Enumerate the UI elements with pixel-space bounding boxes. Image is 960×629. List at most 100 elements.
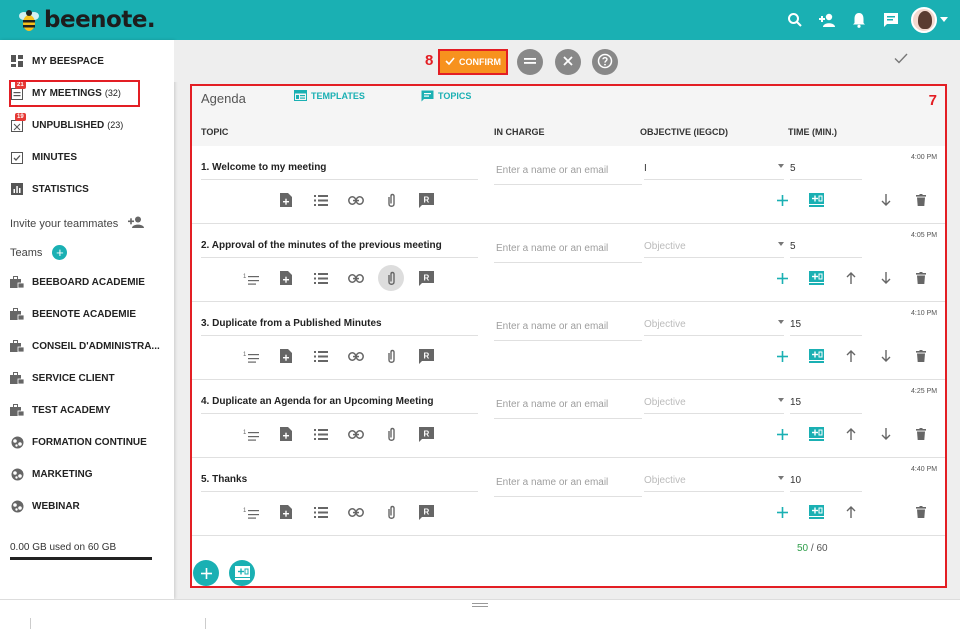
subtopic-indent-icon[interactable]: 1 [241, 502, 261, 522]
move-down-icon[interactable] [876, 268, 896, 288]
subtopic-indent-icon[interactable]: 1 [241, 268, 261, 288]
topic-input[interactable]: 2. Approval of the minutes of the previo… [201, 240, 478, 258]
topic-input[interactable]: 5. Thanks [201, 474, 478, 492]
add-document-icon[interactable] [276, 346, 296, 366]
link-icon[interactable] [346, 190, 366, 210]
in-charge-input[interactable]: Enter a name or an email [494, 156, 642, 185]
attachment-icon[interactable] [381, 190, 401, 210]
help-button[interactable] [592, 49, 618, 75]
add-break-icon[interactable] [806, 190, 826, 210]
resize-handle-icon[interactable] [472, 603, 488, 607]
list-icon[interactable] [311, 424, 331, 444]
in-charge-input[interactable]: Enter a name or an email [494, 234, 642, 263]
time-input[interactable]: 5 [790, 238, 862, 258]
bell-icon[interactable] [843, 5, 875, 35]
topic-input[interactable]: 1. Welcome to my meeting [201, 162, 478, 180]
topic-input[interactable]: 3. Duplicate from a Published Minutes [201, 318, 478, 336]
link-icon[interactable] [346, 424, 366, 444]
trash-icon[interactable] [911, 346, 931, 366]
sidebar-item-my-beespace[interactable]: MY BEESPACE [10, 50, 104, 72]
link-icon[interactable] [346, 502, 366, 522]
add-document-icon[interactable] [276, 502, 296, 522]
topic-input[interactable]: 4. Duplicate an Agenda for an Upcoming M… [201, 396, 478, 414]
list-icon[interactable] [311, 346, 331, 366]
attachment-icon[interactable] [378, 265, 404, 291]
sidebar-team-item[interactable]: BEEBOARD ACADEMIE [10, 271, 145, 293]
objective-select[interactable]: Objective [644, 316, 784, 336]
add-subtopic-icon[interactable] [772, 502, 792, 522]
attachment-icon[interactable] [381, 424, 401, 444]
cancel-button[interactable] [555, 49, 581, 75]
in-charge-input[interactable]: Enter a name or an email [494, 312, 642, 341]
sidebar-team-item[interactable]: BEENOTE ACADEMIE [10, 303, 136, 325]
tab-templates[interactable]: TEMPLATES [294, 90, 365, 101]
add-break-icon[interactable] [806, 268, 826, 288]
sidebar-team-item[interactable]: WEBINAR [10, 495, 80, 517]
objective-select[interactable]: I [644, 160, 784, 180]
tab-topics[interactable]: TOPICS [421, 90, 471, 102]
resolution-icon[interactable]: R [416, 190, 436, 210]
add-team-button[interactable]: + [52, 245, 68, 260]
sidebar-team-item[interactable]: TEST ACADEMY [10, 399, 111, 421]
add-user-icon[interactable] [128, 216, 145, 231]
list-icon[interactable] [311, 190, 331, 210]
sidebar-item-minutes[interactable]: MINUTES [10, 146, 77, 168]
move-down-icon[interactable] [876, 346, 896, 366]
sidebar-team-item[interactable]: FORMATION CONTINUE [10, 431, 147, 453]
move-down-icon[interactable] [876, 190, 896, 210]
add-document-icon[interactable] [276, 424, 296, 444]
chevron-down-icon[interactable] [940, 14, 948, 26]
time-input[interactable]: 15 [790, 316, 862, 336]
sidebar-item-statistics[interactable]: STATISTICS [10, 178, 89, 200]
confirm-button[interactable]: CONFIRM [438, 49, 508, 75]
add-subtopic-icon[interactable] [772, 268, 792, 288]
subtopic-indent-icon[interactable]: 1 [241, 346, 261, 366]
sidebar-team-item[interactable]: CONSEIL D'ADMINISTRA... [10, 335, 160, 357]
in-charge-input[interactable]: Enter a name or an email [494, 390, 642, 419]
add-break-button[interactable] [229, 560, 255, 586]
trash-icon[interactable] [911, 190, 931, 210]
add-subtopic-icon[interactable] [772, 346, 792, 366]
add-subtopic-icon[interactable] [772, 190, 792, 210]
objective-select[interactable]: Objective [644, 394, 784, 414]
in-charge-input[interactable]: Enter a name or an email [494, 468, 642, 497]
trash-icon[interactable] [911, 268, 931, 288]
add-subtopic-icon[interactable] [772, 424, 792, 444]
beenote-logo[interactable]: beenote. [16, 7, 156, 33]
objective-select[interactable]: Objective [644, 472, 784, 492]
objective-select[interactable]: Objective [644, 238, 784, 258]
add-topic-button[interactable] [193, 560, 219, 586]
list-icon[interactable] [311, 268, 331, 288]
sidebar-item-unpublished[interactable]: 19 UNPUBLISHED (23) [10, 113, 123, 136]
invite-teammates[interactable]: Invite your teammates [10, 216, 160, 231]
equal-button[interactable] [517, 49, 543, 75]
avatar[interactable] [911, 7, 937, 33]
add-break-icon[interactable] [806, 502, 826, 522]
time-input[interactable]: 10 [790, 472, 862, 492]
attachment-icon[interactable] [381, 502, 401, 522]
time-input[interactable]: 15 [790, 394, 862, 414]
add-break-icon[interactable] [806, 424, 826, 444]
chat-icon[interactable] [875, 5, 907, 35]
add-user-icon[interactable] [811, 5, 843, 35]
trash-icon[interactable] [911, 502, 931, 522]
resolution-icon[interactable]: R [416, 502, 436, 522]
move-up-icon[interactable] [841, 268, 861, 288]
move-up-icon[interactable] [841, 424, 861, 444]
done-check-icon[interactable] [894, 53, 908, 67]
trash-icon[interactable] [911, 424, 931, 444]
link-icon[interactable] [346, 268, 366, 288]
time-input[interactable]: 5 [790, 160, 862, 180]
resolution-icon[interactable]: R [416, 346, 436, 366]
resolution-icon[interactable]: R [416, 268, 436, 288]
link-icon[interactable] [346, 346, 366, 366]
attachment-icon[interactable] [381, 346, 401, 366]
move-up-icon[interactable] [841, 346, 861, 366]
sidebar-team-item[interactable]: MARKETING [10, 463, 93, 485]
add-document-icon[interactable] [276, 190, 296, 210]
resolution-icon[interactable]: R [416, 424, 436, 444]
search-icon[interactable] [779, 5, 811, 35]
sidebar-team-item[interactable]: SERVICE CLIENT [10, 367, 115, 389]
add-break-icon[interactable] [806, 346, 826, 366]
move-down-icon[interactable] [876, 424, 896, 444]
